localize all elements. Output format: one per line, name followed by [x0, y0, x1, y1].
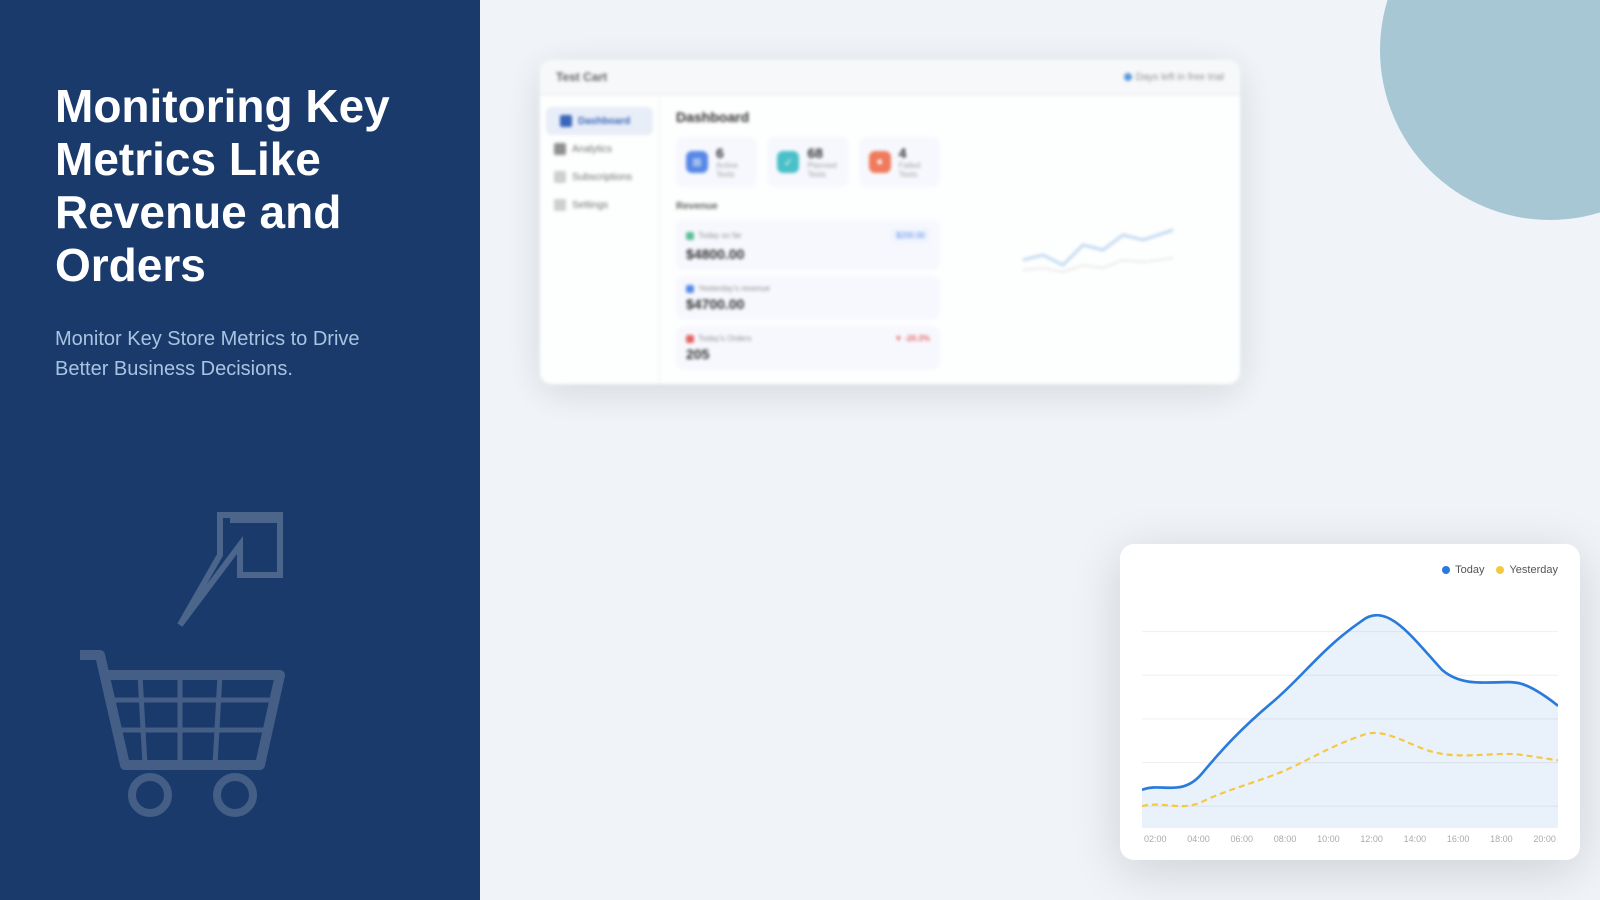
chart-card-header: Today Yesterday — [1142, 564, 1558, 576]
subscriptions-icon — [554, 171, 566, 183]
rev-amount-today: $4800.00 — [686, 246, 930, 262]
rev-label-today: Today so far $200.00 — [686, 228, 930, 243]
stat-card-active: ⊞ 6 Active Tests — [676, 137, 757, 187]
x-label-9: 20:00 — [1533, 834, 1556, 844]
stat-label-planned: Planned Tests — [807, 161, 838, 179]
legend-dot-yesterday — [1496, 566, 1504, 574]
legend-label-today: Today — [1455, 564, 1484, 576]
sidebar-item-settings[interactable]: Settings — [540, 191, 659, 219]
today-label-text: Today so far — [698, 231, 742, 240]
sidebar-label-subscriptions: Subscriptions — [572, 172, 632, 183]
legend-dot-today — [1442, 566, 1450, 574]
window-header: Test Cart Days left in free trial — [540, 60, 1240, 95]
x-label-1: 04:00 — [1187, 834, 1210, 844]
x-label-7: 16:00 — [1447, 834, 1470, 844]
stat-card-planned: ✓ 68 Planned Tests — [767, 137, 848, 187]
rev-amount-orders: 205 — [686, 346, 930, 362]
mini-chart-area — [956, 95, 1240, 384]
trend-value-orders: ▼ -20.3% — [895, 334, 931, 343]
trend-value-today: $200.00 — [891, 228, 930, 243]
x-label-8: 18:00 — [1490, 834, 1513, 844]
yesterday-label-icon — [686, 285, 694, 293]
x-label-3: 08:00 — [1274, 834, 1297, 844]
x-label-5: 12:00 — [1360, 834, 1383, 844]
rev-label-yesterday: Yesterday's revenue — [686, 284, 930, 293]
main-subtext: Monitor Key Store Metrics to Drive Bette… — [55, 324, 395, 384]
yesterday-label-text: Yesterday's revenue — [698, 284, 770, 293]
rev-label-orders: Today's Orders ▼ -20.3% — [686, 334, 930, 343]
window-body: Dashboard Analytics Subscriptions Settin… — [540, 95, 1240, 384]
left-panel: Monitoring Key Metrics Like Revenue and … — [0, 0, 480, 900]
orders-label-icon — [686, 335, 694, 343]
x-label-0: 02:00 — [1144, 834, 1167, 844]
dashboard-icon — [560, 115, 572, 127]
cart-watermark — [50, 595, 310, 860]
legend-today: Today — [1442, 564, 1484, 576]
rev-amount-yesterday: $4700.00 — [686, 296, 930, 312]
sidebar-item-analytics[interactable]: Analytics — [540, 135, 659, 163]
main-headline: Monitoring Key Metrics Like Revenue and … — [55, 80, 425, 292]
dashboard-window: Test Cart Days left in free trial Dashbo… — [540, 60, 1240, 384]
sidebar-item-subscriptions[interactable]: Subscriptions — [540, 163, 659, 191]
stat-num-planned: 68 — [807, 145, 838, 161]
x-label-4: 10:00 — [1317, 834, 1340, 844]
today-trend-box: $200.00 — [891, 228, 930, 243]
x-label-2: 06:00 — [1231, 834, 1254, 844]
stat-icon-planned: ✓ — [777, 151, 799, 173]
app-sidebar: Dashboard Analytics Subscriptions Settin… — [540, 95, 660, 384]
big-chart-card: Today Yesterday — [1120, 544, 1580, 860]
badge-dot — [1124, 73, 1132, 81]
sidebar-item-dashboard[interactable]: Dashboard — [546, 107, 653, 135]
revenue-card-today: Today so far $200.00 $4800.00 — [676, 220, 940, 270]
stat-icon-active: ⊞ — [686, 151, 708, 173]
analytics-icon — [554, 143, 566, 155]
today-label-icon — [686, 232, 694, 240]
window-badge: Days left in free trial — [1124, 72, 1224, 83]
legend-yesterday: Yesterday — [1496, 564, 1558, 576]
app-main-title: Dashboard — [676, 109, 940, 125]
revenue-section-label: Revenue — [676, 201, 940, 212]
revenue-cards: Today so far $200.00 $4800.00 Yesterday'… — [676, 220, 940, 370]
stat-label-failed: Failed Tests — [899, 161, 930, 179]
sidebar-label-dashboard: Dashboard — [578, 116, 630, 127]
chart-x-labels: 02:00 04:00 06:00 08:00 10:00 12:00 14:0… — [1142, 828, 1558, 844]
orders-label-text: Today's Orders — [698, 334, 752, 343]
chart-fill-today — [1142, 615, 1558, 828]
stat-label-active: Active Tests — [716, 161, 747, 179]
right-panel: Test Cart Days left in free trial Dashbo… — [480, 0, 1600, 900]
stat-info-active: 6 Active Tests — [716, 145, 747, 179]
x-label-6: 14:00 — [1404, 834, 1427, 844]
stats-row: ⊞ 6 Active Tests ✓ 68 Planned Tests — [676, 137, 940, 187]
teal-circle-decoration — [1380, 0, 1600, 220]
sidebar-label-analytics: Analytics — [572, 144, 612, 155]
stat-num-failed: 4 — [899, 145, 930, 161]
mini-chart-svg — [966, 200, 1230, 280]
settings-icon — [554, 199, 566, 211]
orders-trend-box: ▼ -20.3% — [895, 334, 931, 343]
revenue-card-orders: Today's Orders ▼ -20.3% 205 — [676, 326, 940, 370]
sidebar-label-settings: Settings — [572, 200, 608, 211]
stat-num-active: 6 — [716, 145, 747, 161]
stat-icon-failed: ● — [869, 151, 891, 173]
legend-label-yesterday: Yesterday — [1509, 564, 1558, 576]
badge-text: Days left in free trial — [1136, 72, 1224, 83]
stat-info-planned: 68 Planned Tests — [807, 145, 838, 179]
app-main: Dashboard ⊞ 6 Active Tests ✓ 68 — [660, 95, 956, 384]
revenue-card-yesterday: Yesterday's revenue $4700.00 — [676, 276, 940, 320]
stat-card-failed: ● 4 Failed Tests — [859, 137, 940, 187]
stat-info-failed: 4 Failed Tests — [899, 145, 930, 179]
window-title: Test Cart — [556, 70, 607, 84]
chart-svg — [1142, 588, 1558, 828]
chart-area — [1142, 588, 1558, 828]
